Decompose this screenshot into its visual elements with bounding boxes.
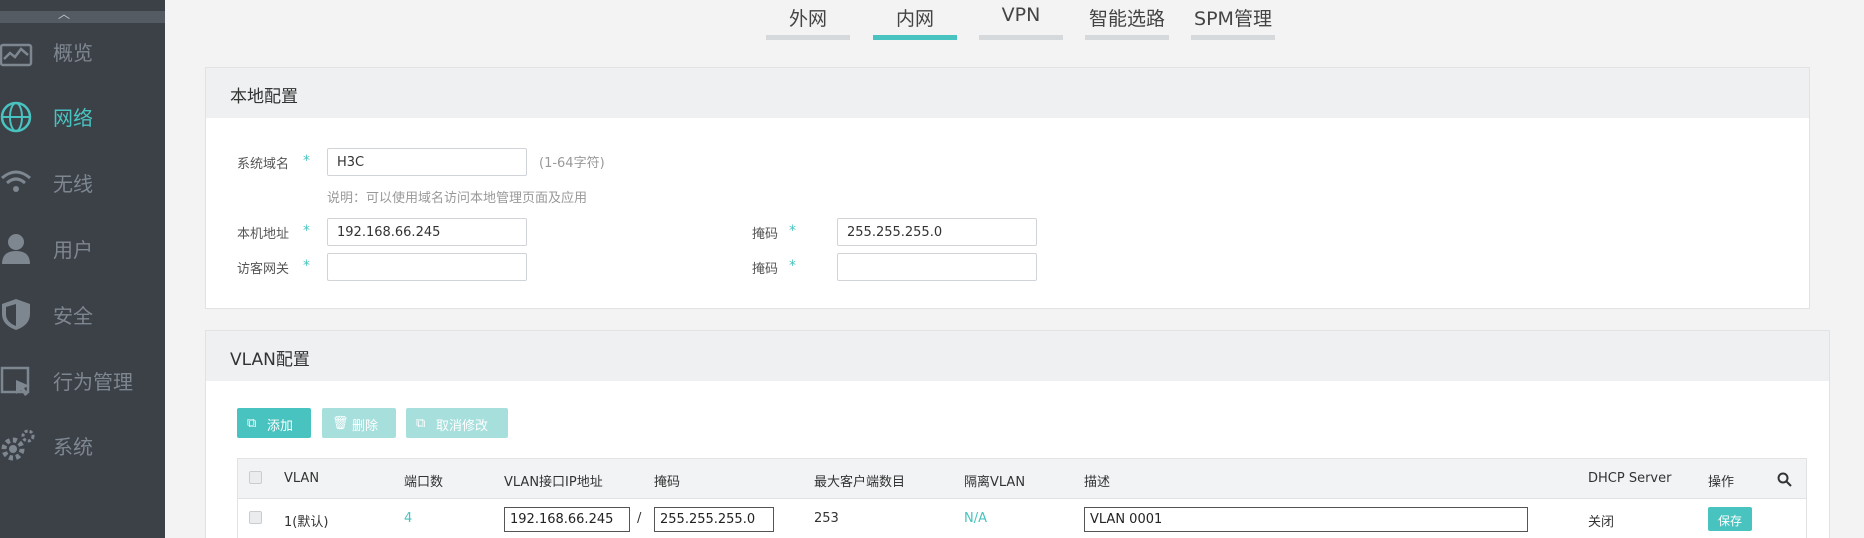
col-ports: 端口数 xyxy=(404,475,444,490)
tab-underline xyxy=(766,35,850,40)
col-mask: 掩码 xyxy=(654,475,681,490)
vlan-desc-input[interactable]: VLAN 0001 xyxy=(1084,507,1528,532)
tab-label: 内网 xyxy=(895,8,934,30)
col-action: 操作 xyxy=(1708,475,1735,490)
vlan-table: VLAN 端口数 VLAN接口IP地址 掩码 最大客户端数目 隔离VLAN 描述… xyxy=(237,458,1807,538)
vlan-ip-input[interactable]: 192.168.66.245 xyxy=(504,507,630,532)
required-mark: * xyxy=(303,223,310,239)
tab-underline xyxy=(873,35,957,40)
domain-hint: (1-64字符) xyxy=(539,156,605,171)
ip-input[interactable]: 192.168.66.245 xyxy=(327,218,527,246)
required-mark: * xyxy=(789,258,796,274)
select-all-checkbox[interactable] xyxy=(249,471,262,484)
guest-mask-input[interactable] xyxy=(837,253,1037,281)
sidebar-item-label: 网络 xyxy=(53,106,93,130)
cancel-edit-button[interactable]: ⧉ 取消修改 xyxy=(406,408,508,438)
sidebar-item-behavior[interactable]: 行为管理 xyxy=(0,346,165,406)
sidebar-item-system[interactable]: 系统 xyxy=(0,411,165,471)
vlan-config-panel: VLAN配置 ⧉ 添加 🗑 删除 ⧉ 取消修改 VLAN 端口数 VLAN接口IP地址… xyxy=(205,330,1830,538)
sidebar-item-label: 安全 xyxy=(53,304,93,328)
tab-wan[interactable]: 外网 xyxy=(766,0,850,42)
button-label: 取消修改 xyxy=(436,419,489,434)
row-checkbox[interactable] xyxy=(249,511,262,524)
col-isolate: 隔离VLAN xyxy=(964,475,1026,490)
sidebar: ︿ 概览 网络 无线 用户 安全 行为管理 系统 xyxy=(0,0,165,538)
globe-icon xyxy=(0,101,32,133)
tab-underline xyxy=(1085,35,1169,40)
panel-title: 本地配置 xyxy=(206,68,1809,118)
delete-button[interactable]: 🗑 删除 xyxy=(322,408,396,438)
sidebar-item-security[interactable]: 安全 xyxy=(0,280,165,340)
add-icon: ⧉ xyxy=(247,416,257,431)
cell-max-clients: 253 xyxy=(814,511,839,526)
col-vlan: VLAN xyxy=(284,471,320,486)
sidebar-item-label: 行为管理 xyxy=(53,370,133,394)
cell-isolate[interactable]: N/A xyxy=(964,511,987,526)
tab-vpn[interactable]: VPN xyxy=(979,0,1063,42)
tab-spm[interactable]: SPM管理 xyxy=(1191,0,1275,42)
tab-smart-routing[interactable]: 智能选路 xyxy=(1085,0,1169,42)
add-button[interactable]: ⧉ 添加 xyxy=(237,408,311,438)
table-row: 1(默认) 4 192.168.66.245 / 255.255.255.0 2… xyxy=(238,499,1806,538)
tab-label: SPM管理 xyxy=(1194,8,1272,30)
mask-label: 掩码 xyxy=(752,227,779,242)
required-mark: * xyxy=(303,153,310,169)
cell-dhcp: 关闭 xyxy=(1588,515,1615,530)
sidebar-item-network[interactable]: 网络 xyxy=(0,82,165,142)
tab-underline xyxy=(979,35,1063,40)
sidebar-item-wireless[interactable]: 无线 xyxy=(0,148,165,208)
button-label: 删除 xyxy=(352,419,379,434)
col-desc: 描述 xyxy=(1084,475,1111,490)
tab-label: VPN xyxy=(1001,4,1041,26)
tab-underline xyxy=(1191,35,1275,40)
sidebar-item-overview[interactable]: 概览 xyxy=(0,17,165,77)
ip-mask-separator: / xyxy=(637,511,642,526)
local-config-panel: 本地配置 系统域名 * H3C (1-64字符) 说明：可以使用域名访问本地管理… xyxy=(205,67,1810,309)
tab-lan[interactable]: 内网 xyxy=(873,0,957,42)
save-button[interactable]: 保存 xyxy=(1708,507,1752,531)
wifi-icon xyxy=(1,170,31,192)
shield-icon xyxy=(2,299,30,330)
required-mark: * xyxy=(789,223,796,239)
search-icon[interactable] xyxy=(1777,472,1792,487)
trash-icon: 🗑 xyxy=(332,416,349,431)
col-ip: VLAN接口IP地址 xyxy=(504,475,603,490)
chart-icon xyxy=(0,43,33,67)
gear-icon xyxy=(1,429,35,461)
cell-ports[interactable]: 4 xyxy=(404,511,412,526)
sidebar-item-label: 用户 xyxy=(53,238,93,262)
tab-label: 外网 xyxy=(788,8,827,30)
required-mark: * xyxy=(303,258,310,274)
cursor-window-icon xyxy=(0,366,30,396)
mask-input[interactable]: 255.255.255.0 xyxy=(837,218,1037,246)
guest-gateway-label: 访客网关 xyxy=(237,262,290,277)
user-icon xyxy=(2,234,30,264)
col-max-clients: 最大客户端数目 xyxy=(814,475,906,490)
domain-input[interactable]: H3C xyxy=(327,148,527,176)
tab-label: 智能选路 xyxy=(1088,8,1165,30)
vlan-mask-input[interactable]: 255.255.255.0 xyxy=(654,507,774,532)
undo-icon: ⧉ xyxy=(416,416,426,431)
table-header: VLAN 端口数 VLAN接口IP地址 掩码 最大客户端数目 隔离VLAN 描述… xyxy=(238,459,1806,499)
guest-gateway-input[interactable] xyxy=(327,253,527,281)
sidebar-item-label: 系统 xyxy=(53,435,93,459)
cell-vlan: 1(默认) xyxy=(284,515,329,530)
domain-note: 说明：可以使用域名访问本地管理页面及应用 xyxy=(327,191,588,206)
sidebar-item-users[interactable]: 用户 xyxy=(0,214,165,274)
sidebar-item-label: 概览 xyxy=(53,41,93,65)
button-label: 添加 xyxy=(267,419,294,434)
guest-mask-label: 掩码 xyxy=(752,262,779,277)
col-dhcp: DHCP Server xyxy=(1588,471,1672,486)
domain-label: 系统域名 xyxy=(237,157,290,172)
sidebar-item-label: 无线 xyxy=(53,172,93,196)
panel-title: VLAN配置 xyxy=(206,331,1829,381)
ip-label: 本机地址 xyxy=(237,227,290,242)
